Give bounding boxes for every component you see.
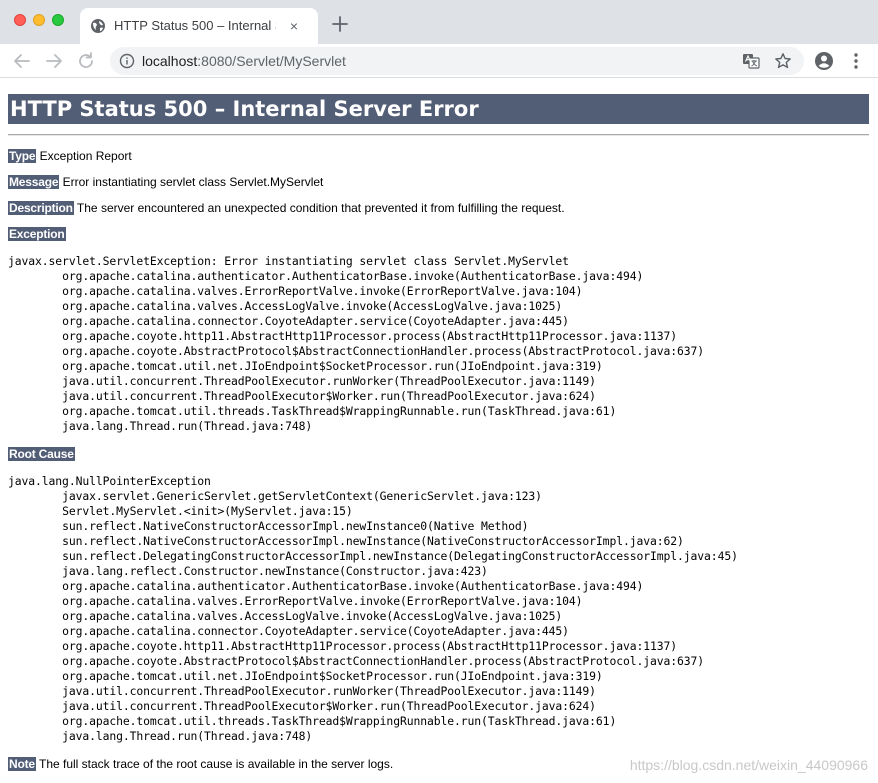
address-bar[interactable]: localhost:8080/Servlet/MyServlet bbox=[110, 47, 804, 75]
menu-icon[interactable] bbox=[845, 50, 867, 72]
description-label: Description bbox=[8, 201, 74, 215]
back-button[interactable] bbox=[10, 49, 34, 73]
url-host: localhost bbox=[142, 53, 198, 69]
new-tab-button[interactable] bbox=[328, 12, 352, 36]
zoom-window-button[interactable] bbox=[52, 14, 64, 26]
root-cause-line: Root Cause bbox=[8, 447, 75, 462]
browser-toolbar: localhost:8080/Servlet/MyServlet bbox=[0, 44, 878, 78]
description-value: The server encountered an unexpected con… bbox=[73, 201, 565, 215]
page-title: HTTP Status 500 – Internal Server Error bbox=[8, 94, 869, 124]
globe-icon bbox=[90, 18, 106, 34]
back-arrow-icon bbox=[14, 54, 30, 68]
type-value: Exception Report bbox=[36, 149, 132, 163]
description-line: Description The server encountered an un… bbox=[8, 201, 565, 216]
plus-icon bbox=[332, 16, 348, 32]
note-label: Note bbox=[8, 757, 36, 771]
translate-icon[interactable] bbox=[742, 52, 760, 70]
exception-line: Exception bbox=[8, 227, 66, 242]
exception-label: Exception bbox=[8, 227, 66, 241]
note-value: The full stack trace of the root cause i… bbox=[35, 757, 394, 771]
star-icon[interactable] bbox=[774, 52, 792, 70]
tab-title: HTTP Status 500 – Internal Server Error bbox=[114, 18, 276, 33]
message-line: Message Error instantiating servlet clas… bbox=[8, 175, 323, 190]
info-icon[interactable] bbox=[119, 53, 135, 69]
forward-arrow-icon bbox=[46, 54, 62, 68]
message-label: Message bbox=[8, 175, 60, 189]
divider bbox=[8, 134, 869, 136]
forward-button[interactable] bbox=[42, 49, 66, 73]
message-value: Error instantiating servlet class Servle… bbox=[59, 175, 324, 189]
type-line: Type Exception Report bbox=[8, 149, 132, 164]
type-label: Type bbox=[8, 149, 37, 163]
browser-tab-active[interactable]: HTTP Status 500 – Internal Server Error … bbox=[80, 8, 318, 44]
exception-stack-trace: javax.servlet.ServletException: Error in… bbox=[8, 254, 705, 433]
reload-button[interactable] bbox=[74, 49, 98, 73]
page-content: HTTP Status 500 – Internal Server Error … bbox=[0, 79, 878, 783]
root-cause-label: Root Cause bbox=[8, 447, 75, 461]
note-line: Note The full stack trace of the root ca… bbox=[8, 757, 393, 772]
reload-icon bbox=[79, 52, 93, 68]
root-cause-stack-trace: java.lang.NullPointerException javax.ser… bbox=[8, 474, 738, 743]
watermark: https://blog.csdn.net/weixin_44090966 bbox=[629, 757, 868, 773]
tab-close-icon[interactable]: × bbox=[286, 18, 302, 34]
account-icon[interactable] bbox=[813, 50, 835, 72]
minimize-window-button[interactable] bbox=[33, 14, 45, 26]
url-text[interactable]: localhost:8080/Servlet/MyServlet bbox=[142, 53, 346, 69]
url-path: :8080/Servlet/MyServlet bbox=[197, 53, 346, 69]
close-window-button[interactable] bbox=[14, 14, 26, 26]
browser-titlebar: HTTP Status 500 – Internal Server Error … bbox=[0, 0, 878, 44]
